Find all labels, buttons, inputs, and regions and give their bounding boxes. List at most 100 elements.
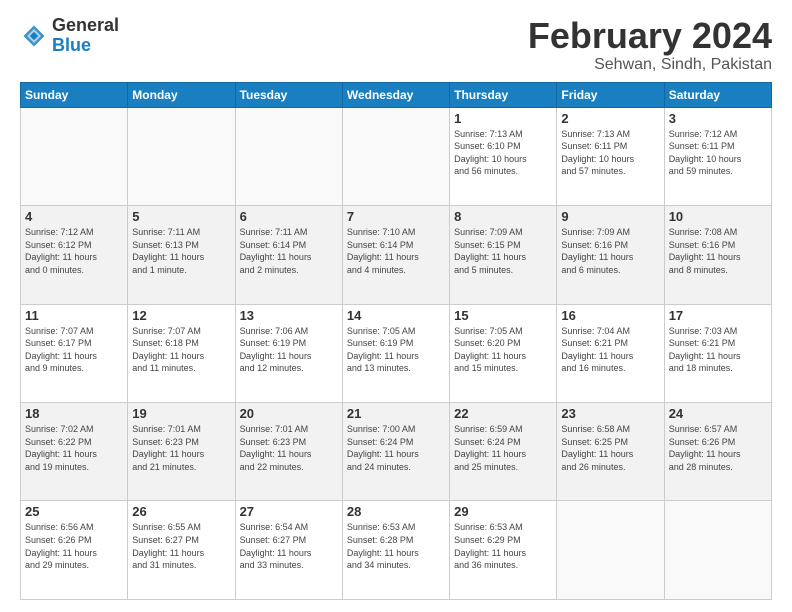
day-detail: Sunrise: 7:12 AMSunset: 6:11 PMDaylight:…	[669, 128, 767, 178]
day-number: 18	[25, 406, 123, 421]
logo: General Blue	[20, 16, 119, 56]
day-detail: Sunrise: 7:05 AMSunset: 6:20 PMDaylight:…	[454, 325, 552, 375]
day-detail: Sunrise: 7:07 AMSunset: 6:18 PMDaylight:…	[132, 325, 230, 375]
table-row: 19 Sunrise: 7:01 AMSunset: 6:23 PMDayligh…	[128, 403, 235, 501]
col-tuesday: Tuesday	[235, 82, 342, 107]
day-number: 16	[561, 308, 659, 323]
day-number: 7	[347, 209, 445, 224]
day-detail: Sunrise: 7:01 AMSunset: 6:23 PMDaylight:…	[132, 423, 230, 473]
table-row	[21, 107, 128, 205]
table-row: 6 Sunrise: 7:11 AMSunset: 6:14 PMDaylight…	[235, 206, 342, 304]
table-row: 17 Sunrise: 7:03 AMSunset: 6:21 PMDayligh…	[664, 304, 771, 402]
calendar-week-row: 1 Sunrise: 7:13 AMSunset: 6:10 PMDaylight…	[21, 107, 772, 205]
day-detail: Sunrise: 7:11 AMSunset: 6:13 PMDaylight:…	[132, 226, 230, 276]
day-number: 2	[561, 111, 659, 126]
table-row: 3 Sunrise: 7:12 AMSunset: 6:11 PMDaylight…	[664, 107, 771, 205]
table-row	[235, 107, 342, 205]
day-detail: Sunrise: 7:12 AMSunset: 6:12 PMDaylight:…	[25, 226, 123, 276]
day-number: 6	[240, 209, 338, 224]
day-detail: Sunrise: 7:05 AMSunset: 6:19 PMDaylight:…	[347, 325, 445, 375]
logo-icon	[20, 22, 48, 50]
title-block: February 2024 Sehwan, Sindh, Pakistan	[528, 16, 772, 74]
day-detail: Sunrise: 6:53 AMSunset: 6:29 PMDaylight:…	[454, 521, 552, 571]
table-row: 11 Sunrise: 7:07 AMSunset: 6:17 PMDayligh…	[21, 304, 128, 402]
main-title: February 2024	[528, 16, 772, 56]
table-row: 9 Sunrise: 7:09 AMSunset: 6:16 PMDaylight…	[557, 206, 664, 304]
table-row: 27 Sunrise: 6:54 AMSunset: 6:27 PMDayligh…	[235, 501, 342, 600]
calendar-week-row: 4 Sunrise: 7:12 AMSunset: 6:12 PMDaylight…	[21, 206, 772, 304]
col-monday: Monday	[128, 82, 235, 107]
table-row	[557, 501, 664, 600]
table-row	[342, 107, 449, 205]
calendar-week-row: 11 Sunrise: 7:07 AMSunset: 6:17 PMDayligh…	[21, 304, 772, 402]
table-row: 23 Sunrise: 6:58 AMSunset: 6:25 PMDayligh…	[557, 403, 664, 501]
table-row: 15Sunrise: 7:05 AMSunset: 6:20 PMDayligh…	[450, 304, 557, 402]
table-row: 26 Sunrise: 6:55 AMSunset: 6:27 PMDayligh…	[128, 501, 235, 600]
day-number: 28	[347, 504, 445, 519]
day-detail: Sunrise: 7:07 AMSunset: 6:17 PMDaylight:…	[25, 325, 123, 375]
table-row: 13Sunrise: 7:06 AMSunset: 6:19 PMDayligh…	[235, 304, 342, 402]
table-row: 28 Sunrise: 6:53 AMSunset: 6:28 PMDayligh…	[342, 501, 449, 600]
day-detail: Sunrise: 7:13 AMSunset: 6:11 PMDaylight:…	[561, 128, 659, 178]
day-number: 29	[454, 504, 552, 519]
table-row: 8Sunrise: 7:09 AMSunset: 6:15 PMDaylight…	[450, 206, 557, 304]
table-row	[128, 107, 235, 205]
day-number: 3	[669, 111, 767, 126]
col-thursday: Thursday	[450, 82, 557, 107]
day-number: 24	[669, 406, 767, 421]
day-detail: Sunrise: 6:59 AMSunset: 6:24 PMDaylight:…	[454, 423, 552, 473]
day-number: 13	[240, 308, 338, 323]
day-number: 17	[669, 308, 767, 323]
table-row: 24 Sunrise: 6:57 AMSunset: 6:26 PMDayligh…	[664, 403, 771, 501]
day-detail: Sunrise: 7:09 AMSunset: 6:16 PMDaylight:…	[561, 226, 659, 276]
table-row: 10Sunrise: 7:08 AMSunset: 6:16 PMDayligh…	[664, 206, 771, 304]
day-number: 27	[240, 504, 338, 519]
day-number: 12	[132, 308, 230, 323]
day-number: 19	[132, 406, 230, 421]
page: General Blue February 2024 Sehwan, Sindh…	[0, 0, 792, 612]
table-row: 2 Sunrise: 7:13 AMSunset: 6:11 PMDaylight…	[557, 107, 664, 205]
table-row: 22 Sunrise: 6:59 AMSunset: 6:24 PMDayligh…	[450, 403, 557, 501]
table-row: 5 Sunrise: 7:11 AMSunset: 6:13 PMDaylight…	[128, 206, 235, 304]
table-row	[664, 501, 771, 600]
day-number: 22	[454, 406, 552, 421]
table-row: 29 Sunrise: 6:53 AMSunset: 6:29 PMDayligh…	[450, 501, 557, 600]
day-detail: Sunrise: 6:57 AMSunset: 6:26 PMDaylight:…	[669, 423, 767, 473]
day-detail: Sunrise: 7:11 AMSunset: 6:14 PMDaylight:…	[240, 226, 338, 276]
day-detail: Sunrise: 7:09 AMSunset: 6:15 PMDaylight:…	[454, 226, 552, 276]
day-number: 4	[25, 209, 123, 224]
header: General Blue February 2024 Sehwan, Sindh…	[20, 16, 772, 74]
sub-title: Sehwan, Sindh, Pakistan	[528, 56, 772, 74]
day-detail: Sunrise: 7:13 AMSunset: 6:10 PMDaylight:…	[454, 128, 552, 178]
day-number: 14	[347, 308, 445, 323]
day-number: 9	[561, 209, 659, 224]
day-detail: Sunrise: 6:58 AMSunset: 6:25 PMDaylight:…	[561, 423, 659, 473]
day-detail: Sunrise: 6:54 AMSunset: 6:27 PMDaylight:…	[240, 521, 338, 571]
table-row: 1 Sunrise: 7:13 AMSunset: 6:10 PMDaylight…	[450, 107, 557, 205]
table-row: 25 Sunrise: 6:56 AMSunset: 6:26 PMDayligh…	[21, 501, 128, 600]
col-friday: Friday	[557, 82, 664, 107]
table-row: 7 Sunrise: 7:10 AMSunset: 6:14 PMDaylight…	[342, 206, 449, 304]
day-number: 23	[561, 406, 659, 421]
day-number: 25	[25, 504, 123, 519]
day-detail: Sunrise: 6:53 AMSunset: 6:28 PMDaylight:…	[347, 521, 445, 571]
day-detail: Sunrise: 7:10 AMSunset: 6:14 PMDaylight:…	[347, 226, 445, 276]
day-number: 21	[347, 406, 445, 421]
table-row: 14 Sunrise: 7:05 AMSunset: 6:19 PMDayligh…	[342, 304, 449, 402]
day-detail: Sunrise: 7:03 AMSunset: 6:21 PMDaylight:…	[669, 325, 767, 375]
col-sunday: Sunday	[21, 82, 128, 107]
day-detail: Sunrise: 6:55 AMSunset: 6:27 PMDaylight:…	[132, 521, 230, 571]
day-number: 20	[240, 406, 338, 421]
day-number: 11	[25, 308, 123, 323]
calendar-week-row: 18 Sunrise: 7:02 AMSunset: 6:22 PMDayligh…	[21, 403, 772, 501]
calendar-week-row: 25 Sunrise: 6:56 AMSunset: 6:26 PMDayligh…	[21, 501, 772, 600]
table-row: 20Sunrise: 7:01 AMSunset: 6:23 PMDayligh…	[235, 403, 342, 501]
day-number: 26	[132, 504, 230, 519]
day-detail: Sunrise: 6:56 AMSunset: 6:26 PMDaylight:…	[25, 521, 123, 571]
day-detail: Sunrise: 7:02 AMSunset: 6:22 PMDaylight:…	[25, 423, 123, 473]
day-detail: Sunrise: 7:00 AMSunset: 6:24 PMDaylight:…	[347, 423, 445, 473]
day-number: 5	[132, 209, 230, 224]
table-row: 12 Sunrise: 7:07 AMSunset: 6:18 PMDayligh…	[128, 304, 235, 402]
day-number: 1	[454, 111, 552, 126]
table-row: 16Sunrise: 7:04 AMSunset: 6:21 PMDayligh…	[557, 304, 664, 402]
